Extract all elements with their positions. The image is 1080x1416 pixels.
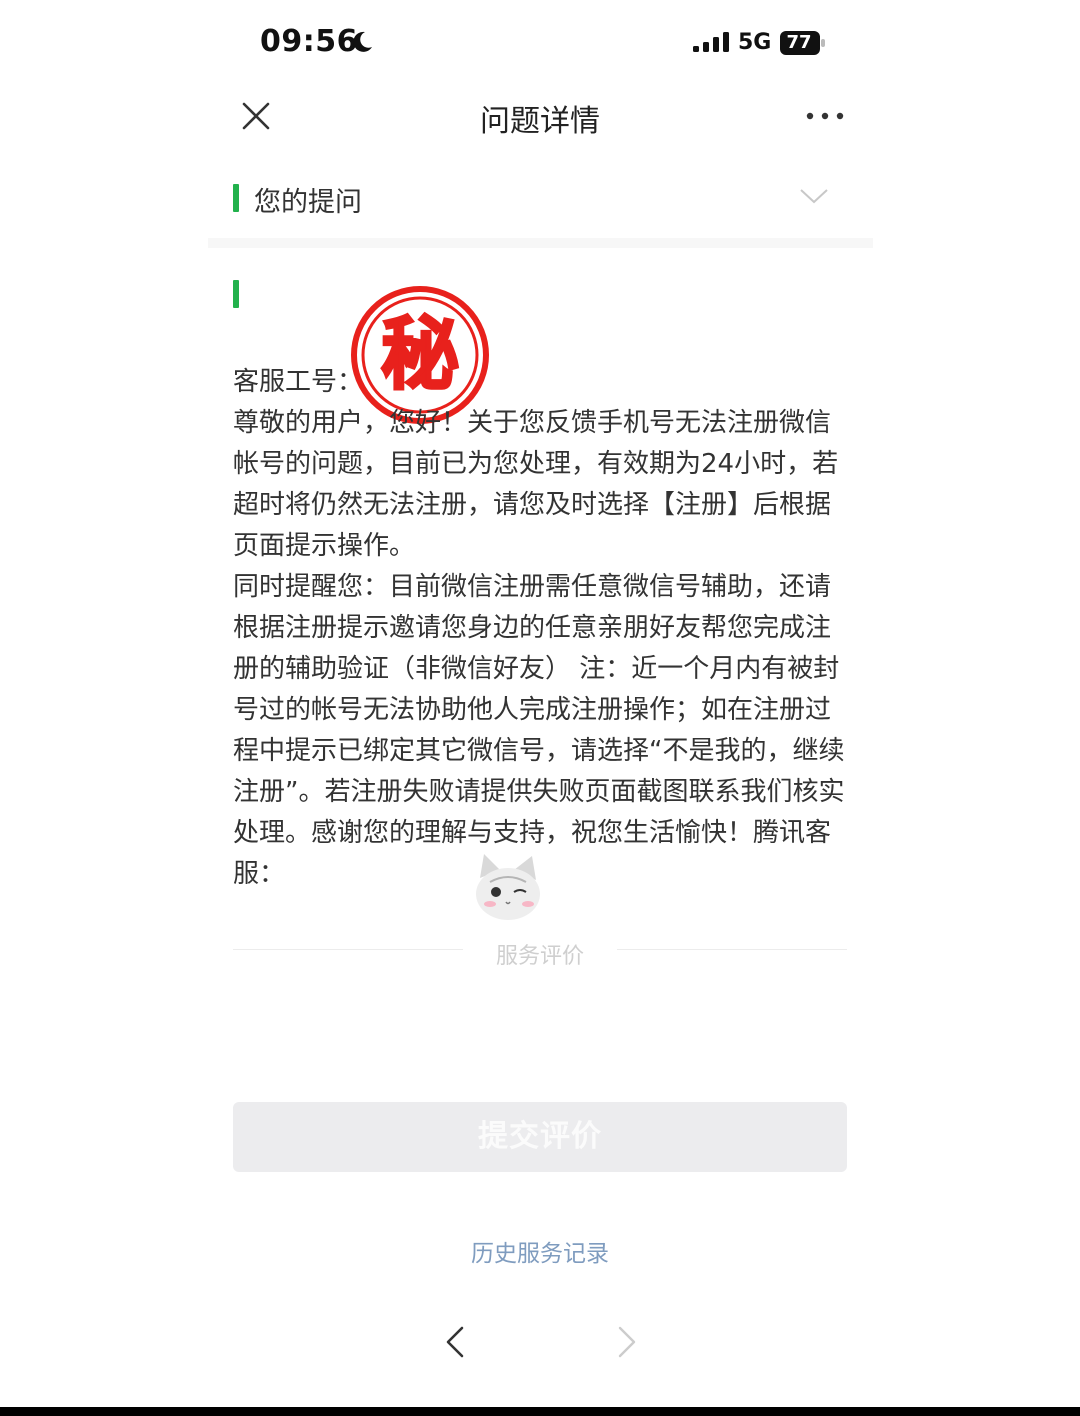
status-time: 09:56 [260,24,358,59]
reply-paragraph-1: 尊敬的用户，您好！关于您反馈手机号无法注册微信帐号的问题，目前已为您处理，有效期… [233,408,839,561]
section-divider [208,238,873,248]
battery-level: 77 [786,32,812,53]
signal-icon [693,32,729,52]
cat-sticker-icon [476,854,540,920]
history-records-link[interactable]: 历史服务记录 [390,1234,690,1268]
back-arrow-icon[interactable] [440,1322,470,1362]
reply-message: 客服工号： 尊敬的用户，您好！关于您反馈手机号无法注册微信帐号的问题，目前已为您… [233,362,849,895]
submit-rating-button[interactable]: 提交评价 [233,1102,847,1172]
battery-icon: 77 [780,31,826,55]
moon-icon [353,31,372,52]
close-icon[interactable] [238,98,274,134]
forward-arrow-icon[interactable] [612,1322,642,1362]
rating-divider-left [233,949,463,950]
reply-paragraph-2: 同时提醒您：目前微信注册需任意微信号辅助，还请根据注册提示邀请您身边的任意亲朋好… [233,572,845,889]
chevron-down-icon[interactable] [798,186,830,206]
agent-id-label: 客服工号： [233,367,364,397]
more-icon[interactable] [804,104,846,128]
bottom-edge [0,1407,1080,1416]
network-type: 5G [738,30,772,55]
rating-label: 服务评价 [495,944,584,969]
page-title: 问题详情 [480,104,600,139]
rating-divider-right [617,949,847,950]
question-label: 您的提问 [254,187,362,218]
question-accent-bar [233,184,239,212]
reply-accent-bar [233,280,239,308]
